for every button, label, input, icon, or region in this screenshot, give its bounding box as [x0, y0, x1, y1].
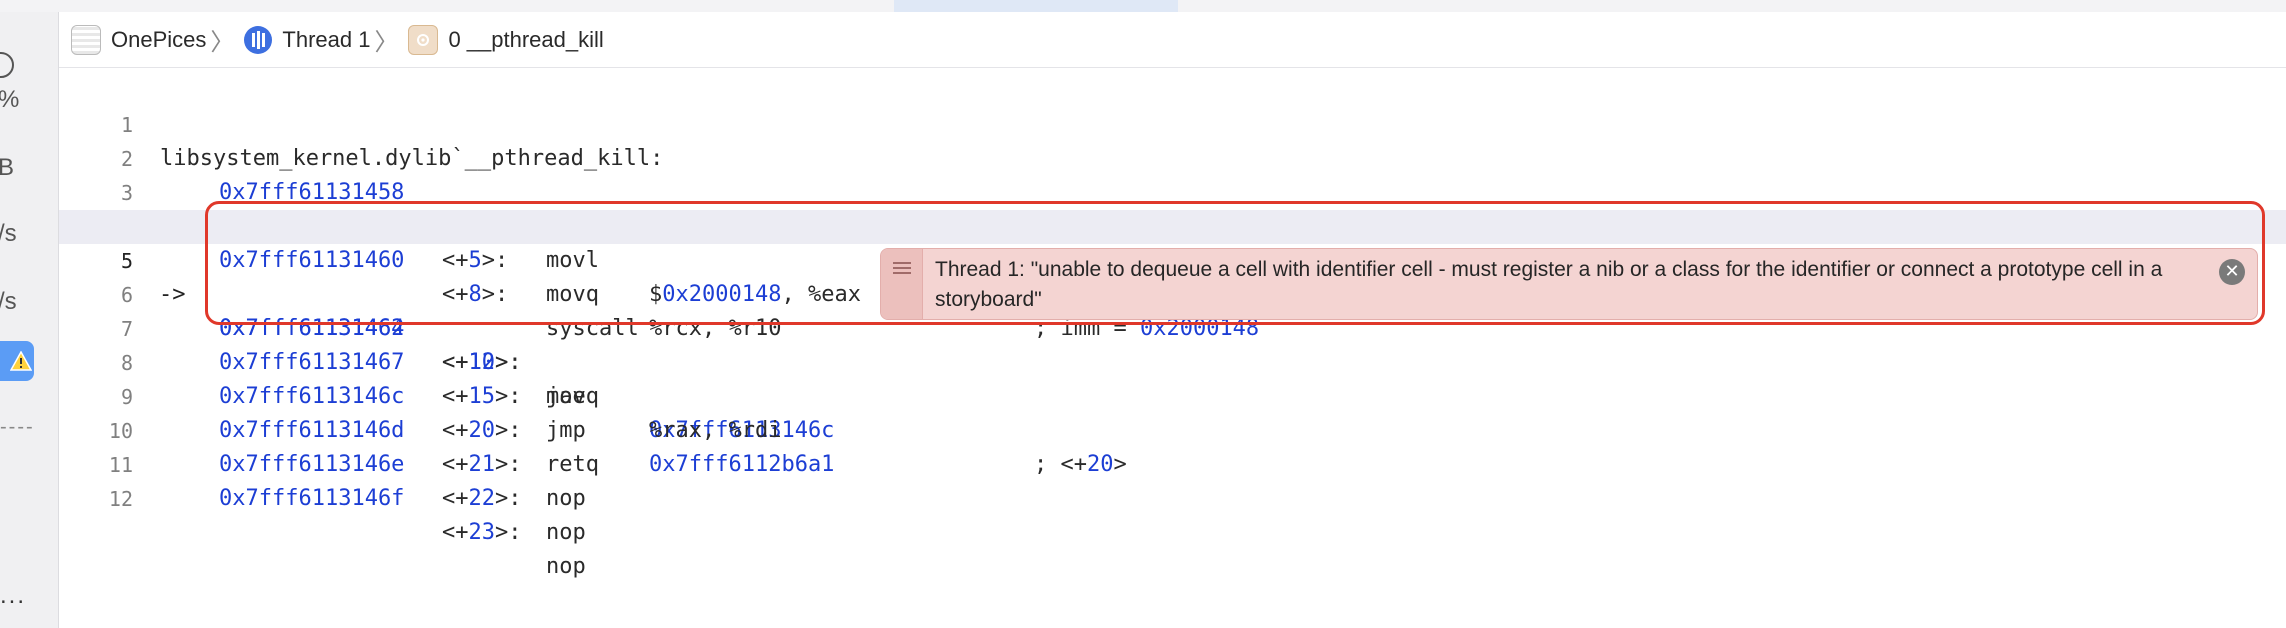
warning-badge[interactable] — [0, 341, 34, 381]
instruction-offset: <+22>: — [442, 486, 522, 511]
instruction-mnemonic: nop — [546, 520, 586, 545]
debug-navigator-sidebar: % B /s /s ---- ... — [0, 12, 59, 628]
sidebar-item-network[interactable]: /s — [0, 288, 17, 316]
breadcrumb-project[interactable]: OnePices — [111, 27, 206, 53]
current-instruction-line[interactable]: 5 -> 0x7fff61131462 <+10>: jae 0x7fff611… — [59, 210, 2286, 477]
code-line[interactable]: 10 0x7fff6113146e <+22>: nop — [59, 380, 2286, 545]
chevron-right-icon: 〉 — [210, 29, 235, 56]
error-message: Thread 1: "unable to dequeue a cell with… — [935, 258, 2163, 311]
code-line[interactable]: 4 0x7fff61131460 <+8>: syscall — [59, 176, 2286, 341]
sidebar-item-memory[interactable]: B — [0, 154, 14, 182]
runtime-error-banner[interactable]: Thread 1: "unable to dequeue a cell with… — [880, 248, 2258, 320]
chevron-right-icon: 〉 — [374, 29, 399, 56]
close-icon[interactable]: ✕ — [2219, 259, 2245, 285]
sidebar-more[interactable]: ... — [0, 582, 26, 610]
project-icon — [71, 24, 101, 55]
code-line[interactable]: 3 0x7fff6113145d <+5>: movq %rcx, %r10 — [59, 142, 2286, 341]
code-line[interactable]: 12 — [59, 448, 2286, 511]
info-icon[interactable] — [0, 52, 14, 78]
breadcrumb: OnePices 〉 Thread 1 〉 0 __pthread_kill — [59, 12, 2286, 68]
thread-icon — [244, 25, 273, 54]
instruction-mnemonic: nop — [546, 554, 586, 579]
breadcrumb-frame[interactable]: 0 __pthread_kill — [448, 27, 603, 53]
stack-frame-icon — [408, 24, 439, 55]
warning-triangle-icon — [10, 351, 32, 371]
disassembly-editor[interactable]: 1 libsystem_kernel.dylib`__pthread_kill:… — [59, 69, 2286, 628]
sidebar-separator: ---- — [0, 416, 35, 438]
code-line[interactable]: 9 0x7fff6113146d <+21>: nop — [59, 346, 2286, 511]
breadcrumb-thread[interactable]: Thread 1 — [282, 27, 370, 53]
code-line[interactable]: 1 libsystem_kernel.dylib`__pthread_kill: — [59, 74, 2286, 171]
hamburger-icon — [892, 262, 911, 274]
instruction-mnemonic: nop — [546, 486, 586, 511]
active-tab-indicator[interactable] — [894, 0, 1178, 12]
sidebar-item-disk[interactable]: /s — [0, 220, 17, 248]
line-number[interactable]: 12 — [59, 482, 133, 516]
sidebar-item-cpu[interactable]: % — [0, 86, 19, 114]
instruction-address: 0x7fff6113146f — [219, 486, 405, 511]
code-line[interactable]: 2 0x7fff61131458 <+0>: movl $0x2000148, … — [59, 108, 2286, 341]
error-gutter — [881, 249, 923, 319]
instruction-offset: <+23>: — [442, 520, 522, 545]
code-line[interactable]: 11 0x7fff6113146f <+23>: nop — [59, 414, 2286, 579]
